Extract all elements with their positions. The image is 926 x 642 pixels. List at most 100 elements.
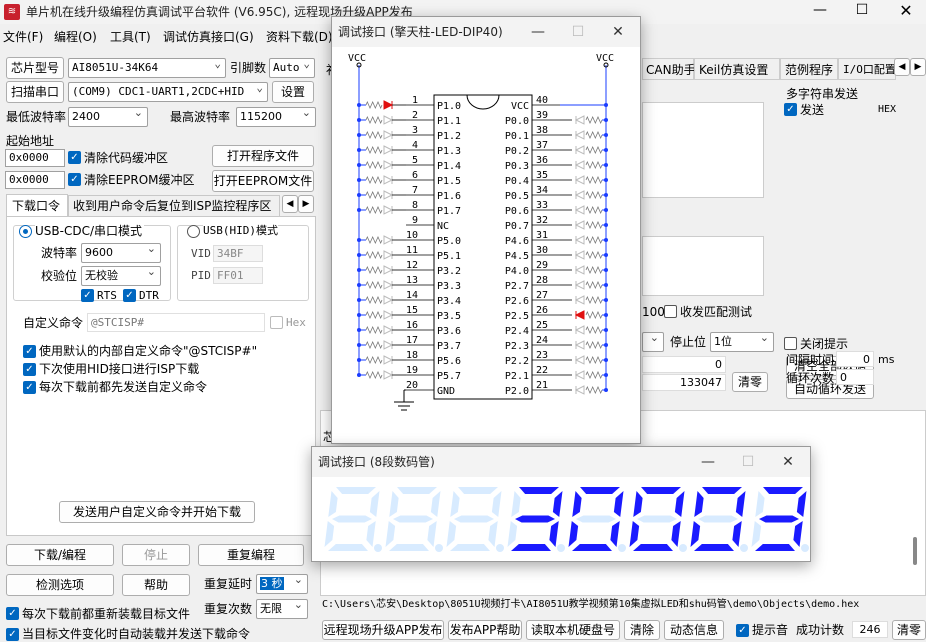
stopbit-select[interactable]: 1位 xyxy=(710,332,774,352)
addr1-input[interactable]: 0x0000 xyxy=(5,149,65,167)
led-icon xyxy=(383,160,394,170)
loop-input[interactable]: 0 xyxy=(836,369,874,385)
clear-eeprom-checkbox[interactable]: ✓ xyxy=(68,173,81,186)
parity-right-select[interactable] xyxy=(642,332,664,352)
tab-download-cmd[interactable]: 下载口令 xyxy=(6,194,68,216)
dip40-minimize-icon[interactable]: — xyxy=(518,17,558,47)
scan-port-button[interactable]: 扫描串口 xyxy=(6,81,64,103)
usb-hid-radio[interactable] xyxy=(187,225,200,238)
send-all-checkbox[interactable]: ✓ xyxy=(784,103,797,116)
tab-reset-isp[interactable]: 收到用户命令后复位到ISP监控程序区 xyxy=(68,195,280,216)
opt2-checkbox[interactable]: ✓ xyxy=(23,363,36,376)
success-count-label: 成功计数 xyxy=(796,623,845,637)
dip40-maximize-icon[interactable]: ☐ xyxy=(558,17,598,47)
pins-select[interactable]: Auto xyxy=(269,58,315,78)
rail-node xyxy=(357,328,361,332)
pin-label: P1.5 xyxy=(437,176,461,187)
reload1-checkbox[interactable]: ✓ xyxy=(6,607,19,620)
publish-help-button[interactable]: 发布APP帮助 xyxy=(448,620,522,640)
repeat-delay-select[interactable]: 3 秒 xyxy=(256,574,308,594)
led-icon xyxy=(574,205,585,215)
close-icon[interactable]: ✕ xyxy=(886,1,926,20)
tab-scroll-right-icon[interactable]: ▶ xyxy=(298,195,314,213)
minimize-icon[interactable]: — xyxy=(800,2,840,18)
opt1-checkbox[interactable]: ✓ xyxy=(23,345,36,358)
detect-options-button[interactable]: 检测选项 xyxy=(6,574,114,596)
seg-g xyxy=(759,515,799,523)
usb-cdc-radio[interactable] xyxy=(19,225,32,238)
pin-number: 7 xyxy=(412,185,418,196)
dynamic-info-button[interactable]: 动态信息 xyxy=(664,620,724,640)
seg-minimize-icon[interactable]: — xyxy=(688,447,728,477)
port-select[interactable]: (COM9) CDC1-UART1,2CDC+HID xyxy=(68,82,268,102)
tab-right-scroll-right-icon[interactable]: ▶ xyxy=(910,58,926,76)
pin-label: P4.5 xyxy=(505,251,529,262)
seg-g xyxy=(515,515,555,523)
resistor-icon xyxy=(365,356,383,364)
pin-number: 23 xyxy=(536,350,548,361)
pin-number: 37 xyxy=(536,140,548,151)
close-hint-checkbox[interactable] xyxy=(784,337,797,350)
read-disk-button[interactable]: 读取本机硬盘号 xyxy=(526,620,620,640)
tab-scroll-left-icon[interactable]: ◀ xyxy=(282,195,298,213)
baud-select[interactable]: 9600 xyxy=(81,243,161,263)
pin-number: 13 xyxy=(406,275,418,286)
open-eeprom-button[interactable]: 打开EEPROM文件 xyxy=(212,170,314,192)
help-button[interactable]: 帮助 xyxy=(122,574,190,596)
tab-label: Keil仿真设置 xyxy=(699,63,769,77)
tab-can[interactable]: CAN助手 xyxy=(642,58,696,80)
open-program-button[interactable]: 打开程序文件 xyxy=(212,145,314,167)
rail-node xyxy=(357,238,361,242)
dtr-checkbox[interactable]: ✓ xyxy=(123,289,136,302)
tx-count: 133047 xyxy=(642,374,726,391)
download-button[interactable]: 下载/编程 xyxy=(6,544,114,566)
stop-button[interactable]: 停止 xyxy=(122,544,190,566)
sound-checkbox[interactable]: ✓ xyxy=(736,624,749,637)
send-custom-button[interactable]: 发送用户自定义命令并开始下载 xyxy=(59,501,255,523)
seg-maximize-icon[interactable]: ☐ xyxy=(728,447,768,477)
maximize-icon[interactable]: ☐ xyxy=(842,2,882,18)
receive-area[interactable] xyxy=(642,102,764,198)
led-icon xyxy=(574,295,585,305)
match-test-checkbox[interactable] xyxy=(664,305,677,318)
repeat-count-select[interactable]: 无限 xyxy=(256,599,308,619)
clear-code-checkbox[interactable]: ✓ xyxy=(68,151,81,164)
min-baud-select[interactable]: 2400 xyxy=(68,107,148,127)
max-baud-select[interactable]: 115200 xyxy=(236,107,316,127)
menu-file[interactable]: 文件(F) xyxy=(3,29,43,45)
reprogram-button[interactable]: 重复编程 xyxy=(198,544,304,566)
remote-upgrade-button[interactable]: 远程现场升级APP发布 xyxy=(322,620,444,640)
parity-select[interactable]: 无校验 xyxy=(81,266,161,286)
tab-io[interactable]: I/O口配置 xyxy=(838,58,896,80)
dip40-close-icon[interactable]: ✕ xyxy=(598,17,638,47)
pin-label: P2.1 xyxy=(505,371,529,382)
custom-cmd-input[interactable]: @STCISP# xyxy=(87,313,265,332)
clear-count-button[interactable]: 清零 xyxy=(732,372,768,392)
settings-button[interactable]: 设置 xyxy=(272,81,314,103)
pin-label: P1.3 xyxy=(437,146,461,157)
menu-tools[interactable]: 工具(T) xyxy=(110,29,151,45)
hex-checkbox[interactable] xyxy=(270,316,283,329)
reload2-checkbox[interactable]: ✓ xyxy=(6,628,19,641)
seg-close-icon[interactable]: ✕ xyxy=(768,447,808,477)
resistor-icon xyxy=(585,341,603,349)
addr2-input[interactable]: 0x0000 xyxy=(5,171,65,189)
menu-download[interactable]: 资料下载(D) xyxy=(266,29,333,45)
send-area[interactable] xyxy=(642,236,764,296)
rts-checkbox[interactable]: ✓ xyxy=(81,289,94,302)
chip-select[interactable]: AI8051U-34K64 xyxy=(68,58,226,78)
reset-count-button[interactable]: 清零 xyxy=(892,620,926,640)
menu-debug[interactable]: 调试仿真接口(G) xyxy=(163,29,254,45)
pin-label: P1.2 xyxy=(437,131,461,142)
log-scrollbar[interactable] xyxy=(913,537,917,565)
interval-input[interactable]: 0 xyxy=(836,351,874,367)
repeat-delay-label: 重复延时 xyxy=(204,577,253,591)
opt3-checkbox[interactable]: ✓ xyxy=(23,381,36,394)
tab-right-scroll-left-icon[interactable]: ◀ xyxy=(894,58,910,76)
clear-button[interactable]: 清除 xyxy=(624,620,660,640)
tab-samples[interactable]: 范例程序 xyxy=(780,58,838,80)
menu-program[interactable]: 编程(O) xyxy=(54,29,97,45)
resistor-icon xyxy=(585,356,603,364)
rail-node xyxy=(357,133,361,137)
tab-keil[interactable]: Keil仿真设置 xyxy=(694,58,780,80)
